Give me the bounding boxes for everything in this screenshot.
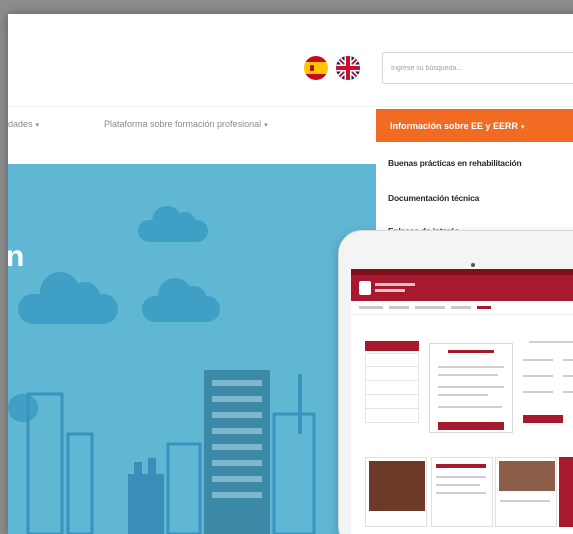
browser-frame: idades▾ Plataforma sobre formación profe… (8, 14, 573, 534)
preview-sidebar-title (365, 341, 419, 351)
dropdown-item-buenas-practicas[interactable]: Buenas prácticas en rehabilitación (388, 158, 522, 168)
nav-item-label: idades (8, 119, 33, 129)
hero-title: n (8, 240, 25, 273)
preview-news-card (365, 457, 427, 527)
preview-sidebar (365, 353, 419, 423)
tablet-mockup (338, 230, 573, 534)
preview-logo-text (375, 289, 405, 292)
preview-right-panel (519, 339, 573, 429)
city-skyline-illustration (26, 370, 316, 534)
nav-item-plataforma-formacion[interactable]: Plataforma sobre formación profesional ▾ (104, 107, 268, 141)
nav-item-informacion-ee-eerr[interactable]: Información sobre EE y EERR ▾ (376, 109, 573, 143)
preview-news-card (431, 457, 493, 527)
preview-logo-text (375, 283, 415, 286)
preview-box-title (448, 350, 494, 353)
spain-flag-icon[interactable] (304, 56, 328, 80)
preview-menu (351, 301, 573, 315)
preview-content-box (429, 343, 513, 433)
preview-header (351, 275, 573, 301)
chevron-down-icon: ▾ (35, 122, 40, 129)
tablet-screen-website-preview (351, 269, 573, 534)
top-bar (8, 14, 573, 106)
nav-item-actividades[interactable]: idades ▾ (8, 107, 39, 141)
uk-flag-icon[interactable] (336, 56, 360, 80)
cloud-illustration (138, 206, 208, 242)
preview-news-card (559, 457, 573, 527)
preview-news-photo (369, 461, 425, 511)
cloud-illustration (18, 272, 118, 324)
cloud-illustration (142, 278, 220, 322)
chevron-down-icon: ▾ (264, 122, 268, 129)
dropdown-item-documentacion-tecnica[interactable]: Documentación técnica (388, 193, 479, 203)
tablet-camera (471, 263, 475, 267)
chevron-down-icon: ▾ (521, 124, 525, 131)
preview-news-card (495, 457, 557, 527)
preview-logo-icon (359, 281, 371, 295)
uk-flag-graphic (336, 56, 360, 80)
search-input[interactable] (382, 52, 573, 84)
nav-item-label: Información sobre EE y EERR (390, 121, 519, 131)
preview-news-photo (499, 461, 555, 491)
nav-item-label: Plataforma sobre formación profesional (104, 119, 262, 129)
